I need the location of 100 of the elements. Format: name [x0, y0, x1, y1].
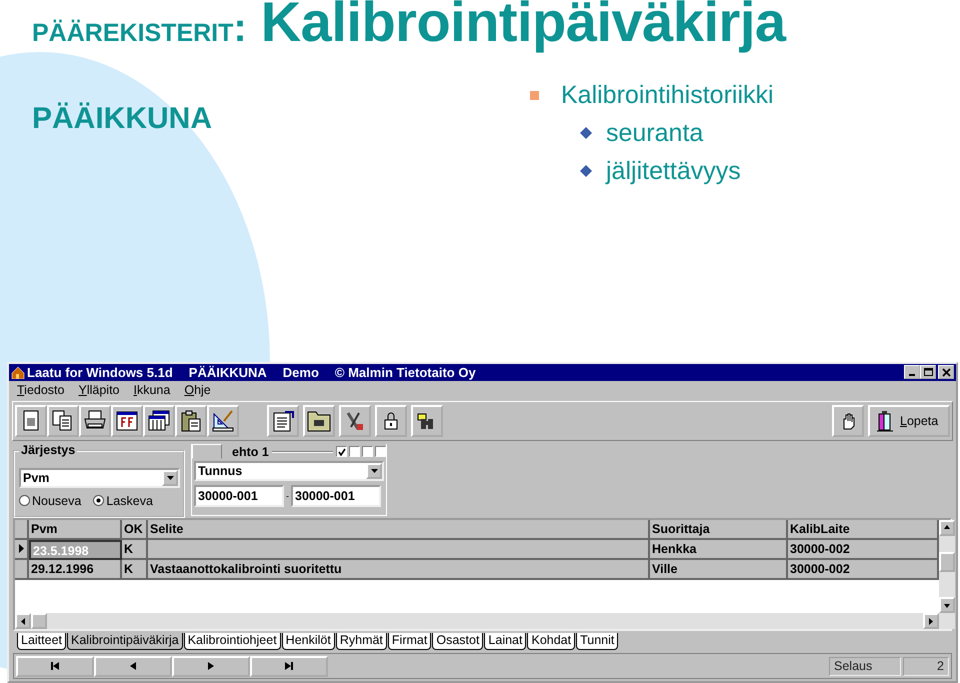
- maximize-button[interactable]: [920, 365, 936, 380]
- tab[interactable]: Henkilöt: [282, 633, 335, 650]
- sort-dropdown[interactable]: Pvm: [19, 468, 180, 488]
- toolbar-button[interactable]: [15, 404, 47, 437]
- title-separator: :: [233, 6, 247, 51]
- radio-button[interactable]: [19, 495, 30, 506]
- font-icon: [115, 408, 139, 433]
- toolbar-button[interactable]: [267, 404, 299, 437]
- bullet-text: jäljitettävyys: [606, 156, 741, 187]
- range-separator: -: [286, 490, 289, 501]
- horizontal-scrollbar[interactable]: [15, 613, 939, 630]
- scroll-button[interactable]: [923, 613, 939, 630]
- toolbar-button[interactable]: [175, 404, 207, 437]
- diamond-bullet-icon: [580, 127, 592, 139]
- toolbar-button[interactable]: [303, 404, 335, 437]
- door-exit-icon: [876, 410, 896, 432]
- last-record-icon: [285, 662, 293, 670]
- toolbar-button[interactable]: [111, 404, 143, 437]
- toolbar-button[interactable]: [47, 404, 79, 437]
- table-cell: 23.5.1998: [29, 540, 122, 560]
- dropdown-button[interactable]: [366, 462, 382, 479]
- triangle-ruler-icon: [211, 408, 235, 433]
- menu-item[interactable]: Tiedosto: [17, 383, 64, 398]
- current-row-icon: [18, 544, 24, 554]
- record-count: 2: [903, 656, 949, 676]
- bullet-text: seuranta: [606, 118, 704, 149]
- close-button[interactable]: [938, 365, 954, 380]
- toolbar-button[interactable]: [832, 404, 864, 437]
- radio-label: Nouseva: [32, 494, 82, 508]
- range-from-field[interactable]: 30000-001: [194, 484, 284, 507]
- scroll-button[interactable]: [939, 597, 955, 614]
- checkbox[interactable]: [349, 446, 360, 458]
- maximize-icon: [922, 367, 934, 378]
- caret-icon: [166, 476, 174, 480]
- table-cell: 30000-002: [788, 540, 939, 560]
- tab[interactable]: Kalibrointipäiväkirja: [67, 633, 183, 650]
- minimize-icon: [909, 374, 915, 376]
- scroll-thumb[interactable]: [31, 613, 47, 630]
- range-to-field[interactable]: 30000-001: [291, 484, 381, 507]
- column-header[interactable]: KalibLaite: [788, 520, 939, 540]
- window-title: PÄÄIKKUNA: [188, 364, 267, 380]
- table-cell: 29.12.1996: [29, 560, 122, 580]
- menu-item[interactable]: Ikkuna: [134, 383, 170, 398]
- status-mode: Selaus: [829, 656, 901, 676]
- table-cell: K: [122, 540, 148, 560]
- tab[interactable]: Lainat: [484, 633, 526, 650]
- radio-label: Laskeva: [106, 494, 153, 508]
- column-header[interactable]: Pvm: [29, 520, 122, 540]
- toolbar-button[interactable]: [79, 404, 111, 437]
- radio-button[interactable]: [93, 495, 104, 506]
- vertical-scrollbar[interactable]: [939, 520, 955, 630]
- column-header[interactable]: Suorittaja: [650, 520, 788, 540]
- checkbox[interactable]: [375, 446, 386, 458]
- dropdown-button[interactable]: [162, 470, 178, 486]
- windows-icon: [147, 408, 171, 433]
- clipboard-icon: [179, 408, 203, 433]
- navigation-button[interactable]: [16, 656, 94, 677]
- tab[interactable]: Firmat: [388, 633, 432, 650]
- close-icon: [940, 367, 952, 378]
- menu-item[interactable]: Ohje: [184, 383, 211, 398]
- tab[interactable]: Osastot: [432, 633, 484, 650]
- minimize-button[interactable]: [904, 365, 920, 380]
- toolbar-button[interactable]: [143, 404, 175, 437]
- checkbox[interactable]: [362, 446, 373, 458]
- down-arrow-icon: [944, 602, 950, 609]
- group-label: Järjestys: [19, 442, 78, 457]
- left-arrow-icon: [20, 618, 26, 625]
- first-record-icon: [51, 662, 59, 670]
- caret-icon: [370, 468, 378, 473]
- condition-tab[interactable]: [192, 444, 222, 460]
- table-cell: K: [122, 560, 148, 580]
- exit-button[interactable]: Lopeta: [868, 404, 950, 437]
- toolbar-button[interactable]: [207, 404, 239, 437]
- scroll-thumb[interactable]: [939, 552, 955, 572]
- row-indicator[interactable]: [15, 540, 29, 560]
- toolbar-button[interactable]: [411, 404, 443, 437]
- menu-item[interactable]: Ylläpito: [78, 383, 120, 398]
- tab[interactable]: Kohdat: [527, 633, 576, 650]
- condition-label: ehto 1: [231, 444, 270, 459]
- tab[interactable]: Laitteet: [17, 633, 66, 650]
- checkbox[interactable]: [336, 446, 347, 458]
- field-dropdown[interactable]: Tunnus: [194, 460, 384, 481]
- toolbar-button[interactable]: [375, 404, 407, 437]
- up-arrow-icon: [944, 524, 950, 532]
- column-header[interactable]: OK: [122, 520, 148, 540]
- tab[interactable]: Ryhmät: [336, 633, 387, 650]
- toolbar-button[interactable]: [339, 404, 371, 437]
- house-icon: [11, 365, 25, 380]
- tab[interactable]: Kalibrointiohjeet: [184, 633, 281, 650]
- next-icon: [207, 662, 215, 670]
- window-title: © Malmin Tietotaito Oy: [334, 364, 476, 380]
- scroll-button[interactable]: [939, 520, 955, 536]
- slide-subtitle: PÄÄIKKUNA: [31, 101, 213, 137]
- table-cell: Vastaanottokalibrointi suoritettu: [148, 560, 650, 580]
- previous-icon: [129, 662, 137, 670]
- tab[interactable]: Tunnit: [576, 633, 618, 650]
- scroll-button[interactable]: [15, 613, 31, 630]
- diamond-bullet-icon: [580, 165, 592, 177]
- column-header[interactable]: Selite: [148, 520, 650, 540]
- navigation-button[interactable]: [250, 656, 328, 677]
